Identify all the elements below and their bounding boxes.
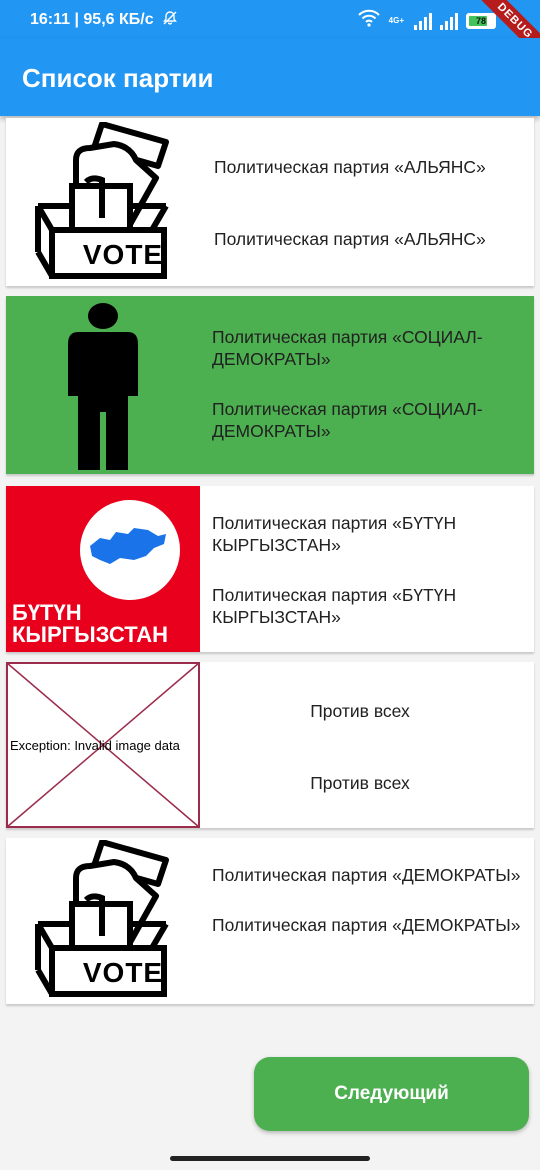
vote-logo-text: VOTE: [82, 957, 164, 988]
network-type: 4G+: [388, 15, 404, 25]
butun-kyrgyzstan-logo: БҮТҮН КЫРГЫЗСТАН: [6, 486, 200, 652]
vote-ballot-box-icon: VOTE: [32, 121, 182, 287]
party-texts: Политическая партия «СОЦИАЛ-ДЕМОКРАТЫ» П…: [212, 326, 524, 442]
party-card-social-democrats[interactable]: Политическая партия «СОЦИАЛ-ДЕМОКРАТЫ» П…: [6, 296, 534, 474]
signal-strength-icon: [414, 12, 432, 30]
party-name: Политическая партия «АЛЬЯНС»: [214, 157, 486, 177]
next-button[interactable]: Следующий: [254, 1057, 529, 1131]
party-texts: Политическая партия «ДЕМОКРАТЫ» Политиче…: [212, 864, 524, 936]
party-texts: Против всех Против всех: [196, 700, 524, 794]
page-title: Список партии: [22, 63, 214, 93]
party-card-against-all[interactable]: Exception: Invalid image data Против все…: [6, 662, 534, 828]
party-subtitle: Против всех: [310, 773, 410, 793]
logo-line2: КЫРГЫЗСТАН: [12, 622, 169, 647]
status-icons: 4G+ 78: [357, 9, 496, 32]
person-silhouette-icon: [66, 302, 140, 475]
party-subtitle: Политическая партия «АЛЬЯНС»: [214, 229, 486, 249]
image-error-text: Exception: Invalid image data: [10, 738, 180, 753]
battery-level: 78: [475, 15, 486, 26]
party-card-alliance[interactable]: VOTE Политическая партия «АЛЬЯНС» Полити…: [6, 118, 534, 286]
party-name: Против всех: [310, 701, 410, 721]
status-bar: 16:11 | 95,6 КБ/с 4G+ 78 DEBUG: [0, 0, 540, 67]
party-name: Политическая партия «БҮТҮН КЫРГЫЗСТАН»: [212, 513, 457, 555]
status-time-speed: 16:11 | 95,6 КБ/с: [30, 11, 154, 28]
vote-logo-text: VOTE: [82, 239, 164, 270]
party-name: Политическая партия «ДЕМОКРАТЫ»: [212, 865, 521, 885]
party-texts: Политическая партия «БҮТҮН КЫРГЫЗСТАН» П…: [212, 512, 524, 628]
party-subtitle: Политическая партия «СОЦИАЛ-ДЕМОКРАТЫ»: [212, 399, 483, 441]
party-texts: Политическая партия «АЛЬЯНС» Политическа…: [214, 156, 524, 250]
vote-ballot-box-icon: VOTE: [32, 839, 182, 1005]
party-name: Политическая партия «СОЦИАЛ-ДЕМОКРАТЫ»: [212, 327, 483, 369]
wifi-icon: [357, 9, 381, 32]
app-bar: Список партии: [0, 38, 540, 116]
bell-muted-icon: [162, 11, 178, 28]
home-indicator[interactable]: [170, 1156, 370, 1161]
battery-icon: 78: [466, 12, 496, 29]
party-card-butun-kyrgyzstan[interactable]: БҮТҮН КЫРГЫЗСТАН Политическая партия «БҮ…: [6, 486, 534, 652]
signal-strength-icon-2: [440, 12, 458, 30]
status-left: 16:11 | 95,6 КБ/с: [30, 10, 178, 29]
party-subtitle: Политическая партия «ДЕМОКРАТЫ»: [212, 915, 521, 935]
broken-image-placeholder: Exception: Invalid image data: [6, 662, 200, 828]
party-subtitle: Политическая партия «БҮТҮН КЫРГЫЗСТАН»: [212, 585, 457, 627]
party-card-democrats[interactable]: VOTE Политическая партия «ДЕМОКРАТЫ» Пол…: [6, 838, 534, 1004]
